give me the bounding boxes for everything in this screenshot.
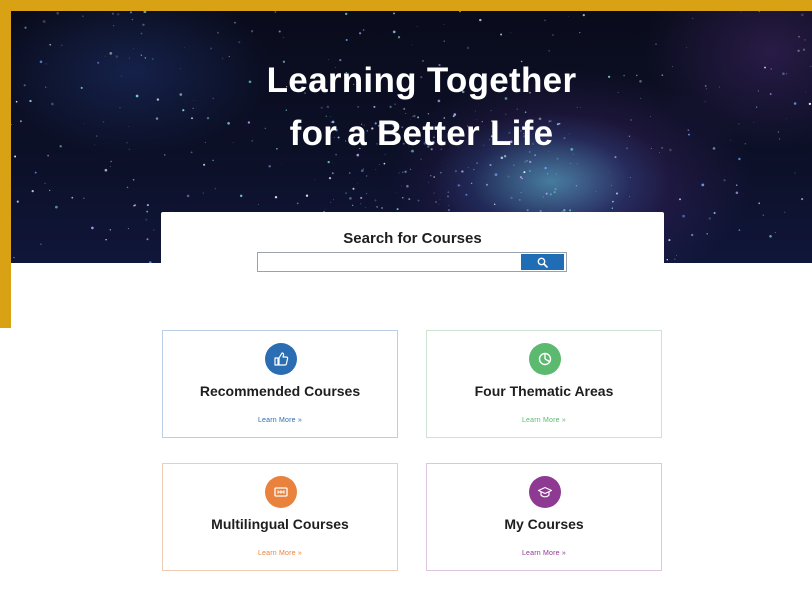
pie-chart-icon <box>538 352 552 366</box>
card-icon-badge <box>265 476 297 508</box>
card-icon-badge <box>529 476 561 508</box>
search-input[interactable] <box>258 253 520 271</box>
learn-more-link[interactable]: Learn More » <box>163 550 397 557</box>
card-my-courses[interactable]: My Courses Learn More » <box>426 463 662 571</box>
card-four-thematic-areas[interactable]: Four Thematic Areas Learn More » <box>426 330 662 438</box>
search-panel: Search for Courses <box>161 212 664 292</box>
learn-more-link[interactable]: Learn More » <box>427 417 661 424</box>
hero-title-line2: for a Better Life <box>289 114 554 153</box>
card-title: Four Thematic Areas <box>474 383 614 399</box>
search-box <box>257 252 567 272</box>
card-icon-badge <box>265 343 297 375</box>
card-title: My Courses <box>504 516 584 532</box>
search-label: Search for Courses <box>343 230 482 247</box>
learn-more-link[interactable]: Learn More » <box>427 550 661 557</box>
card-title: Multilingual Courses <box>211 516 349 532</box>
thumbs-up-icon <box>274 352 289 366</box>
gold-frame-left <box>0 0 11 328</box>
search-button[interactable] <box>521 254 564 270</box>
card-recommended-courses[interactable]: Recommended Courses Learn More » <box>162 330 398 438</box>
graduation-cap-icon <box>537 486 553 498</box>
card-multilingual-courses[interactable]: Multilingual Courses Learn More » <box>162 463 398 571</box>
hero-title-line1: Learning Together <box>266 61 577 100</box>
search-icon <box>537 257 548 268</box>
card-title: Recommended Courses <box>199 383 361 399</box>
language-icon <box>274 487 288 497</box>
card-icon-badge <box>529 343 561 375</box>
learn-more-link[interactable]: Learn More » <box>163 417 397 424</box>
gold-frame-top <box>0 0 812 11</box>
